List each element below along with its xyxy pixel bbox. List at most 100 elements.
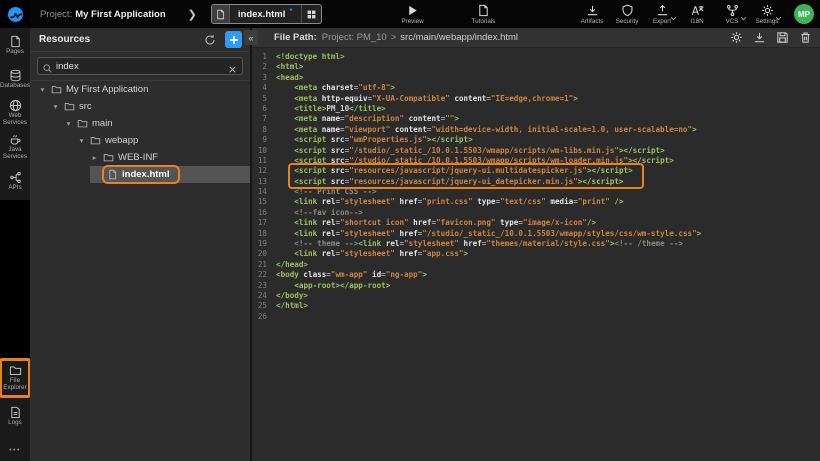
tree-item-content: ▾ src — [51, 98, 250, 115]
tree-item-index-html[interactable]: index.html — [30, 166, 250, 183]
download-button[interactable] — [753, 31, 766, 44]
sidebar-item-web-services[interactable]: Web Services — [0, 96, 30, 130]
sidebar-item-label: Java Services — [0, 147, 30, 161]
tree-highlight-box: index.html — [104, 167, 178, 182]
database-icon — [9, 69, 22, 82]
add-resource-button[interactable] — [225, 31, 242, 48]
sidebar-item-file-explorer[interactable]: File Explorer — [0, 359, 30, 397]
caret-right-icon[interactable]: ▸ — [90, 153, 99, 162]
sidebar-item-databases[interactable]: Databases — [0, 62, 30, 96]
caret-down-icon[interactable]: ▾ — [64, 119, 73, 128]
chevdown-icon — [670, 9, 677, 16]
i18n-button[interactable]: I18N — [684, 4, 710, 25]
line-number: 7 — [252, 114, 276, 124]
tree-item-src[interactable]: ▾ src — [30, 98, 250, 115]
caret-down-icon[interactable]: ▾ — [77, 136, 86, 145]
code-editor-panel: « File Path: Project: PM_10 > src/main/w… — [252, 28, 820, 461]
code-text: <script src="resources/javascript/jquery… — [276, 166, 633, 176]
export-button[interactable]: Export — [649, 4, 675, 25]
tree-item-content: ▾ My First Application — [38, 81, 250, 98]
security-button[interactable]: Security — [614, 4, 640, 25]
file-path-value: src/main/webapp/index.html — [400, 32, 518, 43]
export-label: Export — [653, 18, 671, 25]
delete-button[interactable] — [799, 31, 812, 44]
vcs-button[interactable]: VCS — [719, 4, 745, 25]
topbar: Project: My First Application ❯ index.ht… — [0, 0, 820, 28]
file-icon — [107, 169, 118, 180]
line-number: 21 — [252, 260, 276, 270]
save-button[interactable] — [776, 31, 789, 44]
code-text: <!doctype html> — [276, 52, 345, 62]
sidebar-item-label: Databases — [0, 83, 30, 90]
line-number: 15 — [252, 197, 276, 207]
preview-label: Preview — [401, 18, 423, 25]
code-text: <script src="resources/javascript/jquery… — [276, 177, 624, 187]
sidebar-item-apis[interactable]: APIs — [0, 164, 30, 198]
tutorials-button[interactable]: Tutorials — [471, 4, 497, 25]
folder-icon — [103, 152, 114, 163]
code-line-15: 15 <link rel="stylesheet" href="print.cs… — [252, 197, 820, 207]
tree-item-label: src — [79, 101, 92, 112]
code-text: <app-root></app-root> — [276, 281, 390, 291]
settings-button[interactable] — [730, 31, 743, 44]
code-line-23: 23 <app-root></app-root> — [252, 281, 820, 291]
code-text: <!-- Print CSS --> — [276, 187, 377, 197]
code-line-26: 26 — [252, 312, 820, 322]
artifacts-button[interactable]: Artifacts — [579, 4, 605, 25]
chevron-right-icon: ❯ — [188, 8, 197, 21]
line-number: 1 — [252, 52, 276, 62]
settings-button[interactable]: Settings — [754, 4, 780, 25]
sidebar-item-pages[interactable]: Pages — [0, 28, 30, 62]
sidebar-item-label: Web Services — [0, 113, 30, 127]
caret-down-icon[interactable]: ▾ — [51, 102, 60, 111]
project-breadcrumb[interactable]: Project: My First Application — [40, 9, 166, 20]
sidebar-item-label: Logs — [8, 420, 22, 427]
tree-item-content: index.html — [90, 166, 250, 183]
sidebar-item-java-services[interactable]: Java Services — [0, 130, 30, 164]
tab-label: index.html — [230, 9, 288, 20]
code-line-25: 25</html> — [252, 301, 820, 311]
wavemaker-logo-icon[interactable] — [0, 0, 30, 28]
line-number: 14 — [252, 187, 276, 197]
more-options-button[interactable]: ••• — [0, 447, 30, 461]
file-icon — [212, 5, 230, 23]
line-number: 26 — [252, 312, 276, 322]
tree-item-main[interactable]: ▾main — [30, 115, 250, 132]
line-number: 25 — [252, 301, 276, 311]
tab-index-html[interactable]: index.html * — [211, 4, 322, 24]
grid-icon[interactable] — [301, 5, 321, 23]
sidebar-item-label: File Explorer — [0, 378, 30, 392]
search-icon — [42, 61, 53, 72]
code-line-2: 2<html> — [252, 62, 820, 72]
code-line-21: 21</head> — [252, 260, 820, 270]
code-line-11: 11 <script src="/studio/_static_/10.0.1.… — [252, 156, 820, 166]
avatar[interactable]: MP — [794, 4, 814, 24]
tree-item-webapp[interactable]: ▾webapp — [30, 132, 250, 149]
collapse-panel-button[interactable]: « — [244, 30, 258, 45]
caret-down-icon[interactable]: ▾ — [38, 85, 47, 94]
wavemaker-studio-window: Project: My First Application ❯ index.ht… — [0, 0, 820, 461]
code-text: <link rel="stylesheet" href="print.css" … — [276, 197, 624, 207]
code-view[interactable]: 1<!doctype html>2<html>3<head>4 <meta ch… — [252, 48, 820, 322]
sidebar-item-logs[interactable]: Logs — [0, 397, 30, 435]
refresh-icon[interactable] — [202, 32, 217, 47]
code-text: <meta name="viewport" content="width=dev… — [276, 125, 697, 135]
search-row — [30, 52, 250, 79]
line-number: 22 — [252, 270, 276, 280]
code-line-3: 3<head> — [252, 73, 820, 83]
preview-button[interactable]: Preview — [400, 4, 426, 25]
code-line-19: 19 <!-- theme --><link rel="stylesheet" … — [252, 239, 820, 249]
code-text: <body class="wm-app" id="ng-app"> — [276, 270, 427, 280]
line-number: 8 — [252, 125, 276, 135]
tree-item-my-first-application[interactable]: ▾ My First Application — [30, 81, 250, 98]
line-number: 4 — [252, 83, 276, 93]
tree-item-web-inf[interactable]: ▸WEB-INF — [30, 149, 250, 166]
search-input[interactable] — [56, 58, 224, 74]
code-text: <script src="wmProperties.js"></script> — [276, 135, 473, 145]
tree-item-label: My First Application — [66, 84, 148, 95]
tree-item-label: index.html — [122, 169, 170, 180]
line-number: 10 — [252, 146, 276, 156]
security-label: Security — [616, 18, 639, 25]
tutorials-label: Tutorials — [472, 18, 496, 25]
clear-search-icon[interactable] — [227, 62, 238, 73]
